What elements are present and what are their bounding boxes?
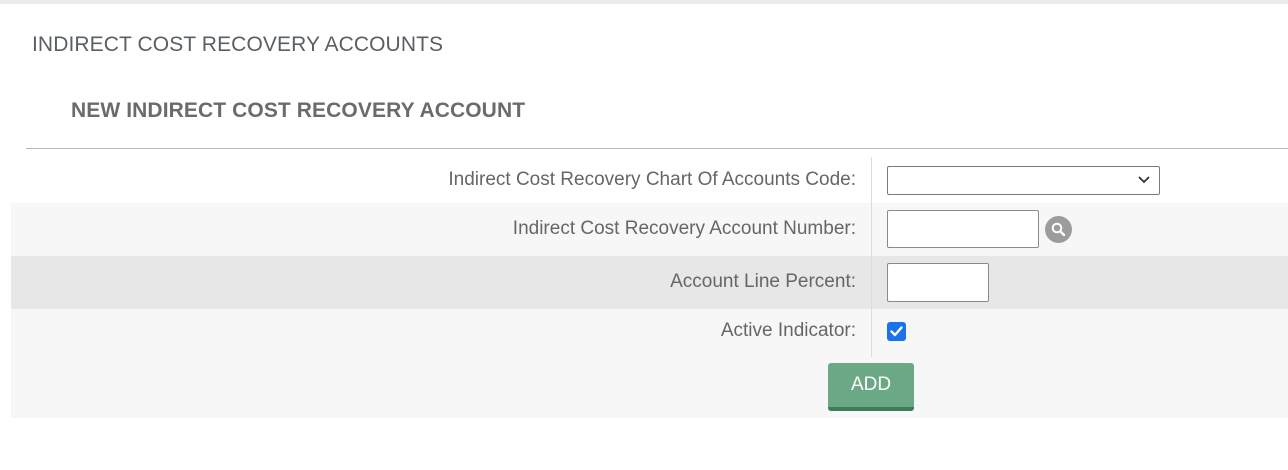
column-separator [871, 157, 872, 203]
section-title: INDIRECT COST RECOVERY ACCOUNTS [32, 33, 444, 56]
active-indicator-row: Active Indicator: [11, 309, 1288, 357]
line-percent-row: Account Line Percent: [11, 256, 1288, 309]
line-percent-label: Account Line Percent: [670, 271, 856, 292]
column-separator [871, 256, 872, 309]
active-indicator-checkbox[interactable] [887, 322, 906, 341]
chevron-down-icon [1138, 176, 1150, 184]
subsection-title: NEW INDIRECT COST RECOVERY ACCOUNT [71, 99, 526, 122]
top-border [0, 0, 1288, 4]
action-row: ADD [11, 357, 1288, 418]
account-number-input[interactable] [887, 210, 1039, 248]
account-number-row: Indirect Cost Recovery Account Number: [11, 203, 1288, 256]
account-number-label: Indirect Cost Recovery Account Number: [512, 218, 856, 239]
checkmark-icon [890, 326, 903, 337]
column-separator [871, 203, 872, 256]
add-button[interactable]: ADD [828, 363, 914, 411]
column-separator [871, 309, 872, 357]
active-indicator-label: Active Indicator: [720, 320, 856, 341]
magnifier-glyph [1051, 222, 1066, 237]
chart-code-label: Indirect Cost Recovery Chart Of Accounts… [448, 169, 856, 190]
chart-code-select[interactable] [887, 166, 1160, 195]
chart-code-row: Indirect Cost Recovery Chart Of Accounts… [11, 157, 1288, 203]
new-account-form: Indirect Cost Recovery Chart Of Accounts… [11, 149, 1288, 418]
line-percent-input[interactable] [887, 263, 989, 302]
search-icon[interactable] [1045, 216, 1072, 243]
